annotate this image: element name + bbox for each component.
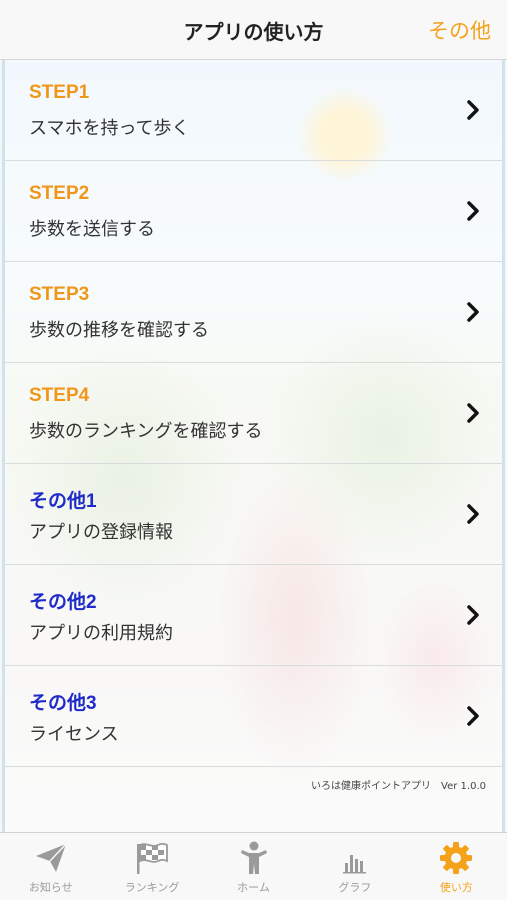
- tab-label: ホーム: [237, 881, 270, 894]
- tab-ranking[interactable]: ランキング: [101, 833, 202, 900]
- bar-chart-icon: [342, 855, 366, 874]
- person-icon: [240, 841, 267, 874]
- chevron-right-icon: [467, 504, 479, 524]
- navigation-bar: アプリの使い方 その他: [0, 0, 507, 60]
- chevron-right-icon: [467, 201, 479, 221]
- menu-item-description: 歩数を送信する: [29, 219, 155, 240]
- tab-label: お知らせ: [28, 881, 73, 894]
- menu-item-description: ライセンス: [29, 724, 119, 745]
- menu-item-other3[interactable]: その他3 ライセンス: [5, 666, 502, 767]
- app-version-label: いろは健康ポイントアプリ Ver 1.0.0: [311, 781, 486, 792]
- tab-bar: お知らせ ランキング ホーム グラフ 使い方: [0, 832, 507, 900]
- tab-graph[interactable]: グラフ: [304, 833, 405, 900]
- tab-label: ランキング: [124, 881, 180, 894]
- chevron-right-icon: [467, 100, 479, 120]
- menu-item-title: STEP3: [29, 284, 90, 305]
- tab-label: グラフ: [338, 881, 372, 894]
- other-button[interactable]: その他: [428, 15, 491, 45]
- menu-item-description: アプリの登録情報: [29, 522, 173, 543]
- menu-item-title: STEP2: [29, 183, 90, 204]
- menu-item-title: STEP4: [29, 385, 90, 406]
- help-menu-list: STEP1 スマホを持って歩く STEP2 歩数を送信する STEP3 歩数の推…: [5, 60, 502, 767]
- menu-item-description: 歩数の推移を確認する: [29, 320, 209, 341]
- menu-item-description: アプリの利用規約: [29, 623, 173, 644]
- chevron-right-icon: [467, 302, 479, 322]
- tab-notifications[interactable]: お知らせ: [0, 833, 101, 900]
- menu-item-title: STEP1: [29, 82, 90, 103]
- menu-item-step2[interactable]: STEP2 歩数を送信する: [5, 161, 502, 262]
- paper-plane-icon: [35, 843, 67, 872]
- tab-how-to-use[interactable]: 使い方: [406, 833, 507, 900]
- tab-home[interactable]: ホーム: [203, 833, 304, 900]
- chevron-right-icon: [467, 706, 479, 726]
- chevron-right-icon: [467, 605, 479, 625]
- menu-item-other2[interactable]: その他2 アプリの利用規約: [5, 565, 502, 666]
- menu-item-step3[interactable]: STEP3 歩数の推移を確認する: [5, 262, 502, 363]
- menu-item-step1[interactable]: STEP1 スマホを持って歩く: [5, 60, 502, 161]
- menu-item-title: その他3: [29, 693, 97, 714]
- menu-item-description: スマホを持って歩く: [29, 118, 190, 139]
- tab-label: 使い方: [439, 881, 473, 894]
- content-area: STEP1 スマホを持って歩く STEP2 歩数を送信する STEP3 歩数の推…: [2, 60, 505, 832]
- menu-item-title: その他2: [29, 592, 97, 613]
- chevron-right-icon: [467, 403, 479, 423]
- gear-icon: [440, 842, 473, 874]
- menu-item-other1[interactable]: その他1 アプリの登録情報: [5, 464, 502, 565]
- menu-item-step4[interactable]: STEP4 歩数のランキングを確認する: [5, 363, 502, 464]
- menu-item-title: その他1: [29, 491, 97, 512]
- checkered-flag-icon: [137, 842, 169, 874]
- menu-item-description: 歩数のランキングを確認する: [29, 421, 263, 442]
